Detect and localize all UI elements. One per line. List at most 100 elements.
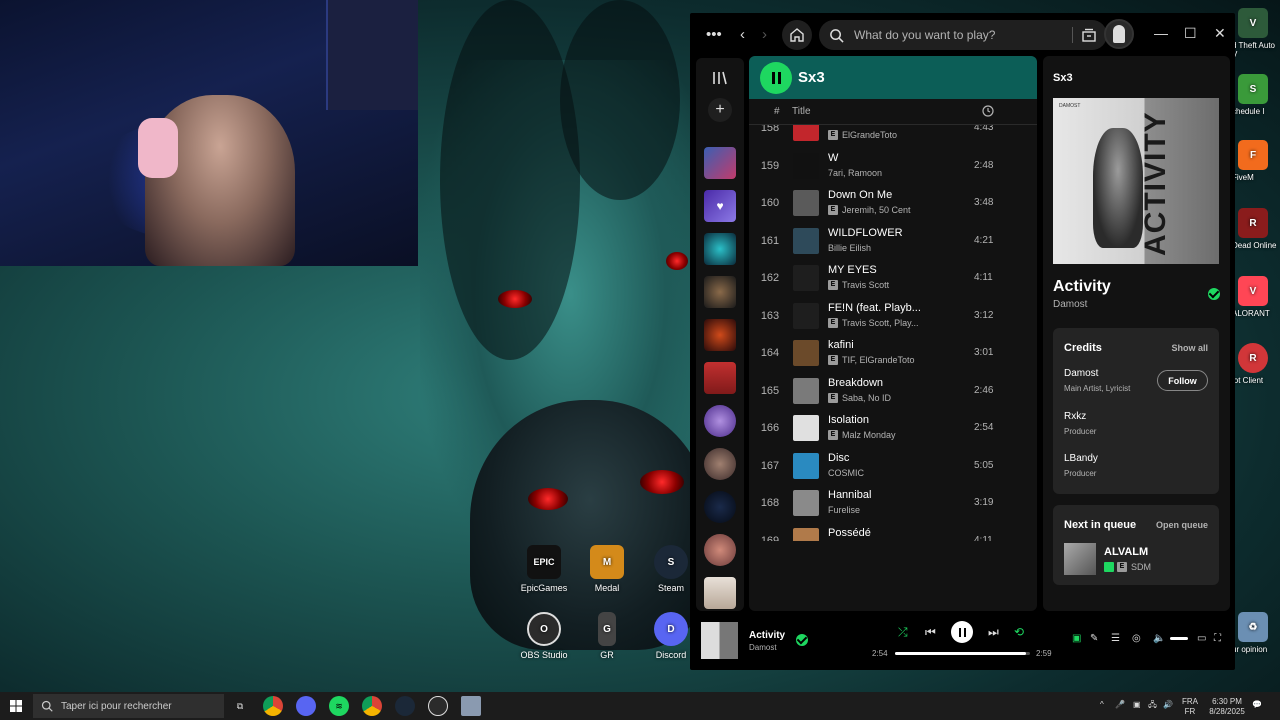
queue-track-title[interactable]: ALVALM xyxy=(1104,546,1148,558)
track-title[interactable]: kafini xyxy=(828,339,854,351)
track-title[interactable]: Hannibal xyxy=(828,489,871,501)
liked-songs-icon[interactable]: ♥ xyxy=(704,190,736,222)
library-item[interactable] xyxy=(704,276,736,308)
track-row[interactable]: 164 kafini E TIF, ElGrandeToto 3:01 xyxy=(749,336,1037,373)
credit-name[interactable]: LBandy xyxy=(1064,453,1098,464)
track-row[interactable]: 162 MY EYES E Travis Scott 4:11 xyxy=(749,261,1037,298)
next-icon[interactable]: ⏭ xyxy=(988,625,999,640)
desktop-icon-riot[interactable]: R iot Client xyxy=(1232,343,1280,385)
shuffle-icon[interactable]: ⤮ xyxy=(898,625,908,640)
desktop-icon-valorant[interactable]: V ALORANT xyxy=(1232,276,1280,318)
fullscreen-icon[interactable]: ⛶ xyxy=(1214,633,1221,644)
forward-icon[interactable]: › xyxy=(762,22,767,46)
track-artist[interactable]: TIF, ElGrandeToto xyxy=(842,355,915,365)
track-artist[interactable]: Saba, No ID xyxy=(842,393,891,403)
clock[interactable]: 6:30 PM 8/28/2025 xyxy=(1203,697,1251,717)
player-title[interactable]: Activity xyxy=(749,630,785,641)
taskbar-search[interactable]: Taper ici pour rechercher xyxy=(33,694,224,718)
track-artist[interactable]: COSMIC xyxy=(828,468,864,478)
col-title[interactable]: Title xyxy=(792,106,811,117)
desktop-icon-gta[interactable]: V d Theft Auto V xyxy=(1232,8,1280,59)
track-title[interactable]: Down On Me xyxy=(828,189,892,201)
desktop-icon-schedule[interactable]: S chedule I xyxy=(1232,74,1280,116)
track-art[interactable] xyxy=(793,340,819,366)
track-artist[interactable]: Billie Eilish xyxy=(828,243,871,253)
spotify-taskbar-icon[interactable]: ≋ xyxy=(329,696,349,716)
track-row[interactable]: 169 Possédé 4:11 xyxy=(749,524,1037,541)
track-row[interactable]: 158 E ElGrandeToto 4:43 xyxy=(749,125,1037,148)
credits-show-all[interactable]: Show all xyxy=(1171,343,1208,353)
track-art[interactable] xyxy=(793,190,819,216)
library-item[interactable] xyxy=(704,448,736,480)
more-icon[interactable]: ••• xyxy=(706,22,722,46)
library-item[interactable] xyxy=(704,577,736,609)
library-icon[interactable] xyxy=(711,70,729,86)
follow-button[interactable]: Follow xyxy=(1157,370,1208,391)
track-row[interactable]: 165 Breakdown E Saba, No ID 2:46 xyxy=(749,374,1037,411)
open-queue-link[interactable]: Open queue xyxy=(1156,520,1208,530)
tray-overflow-icon[interactable]: ^ xyxy=(1100,700,1104,710)
track-artist[interactable]: Malz Monday xyxy=(842,430,896,440)
library-item[interactable] xyxy=(704,362,736,394)
previous-icon[interactable]: ⏮ xyxy=(925,625,936,640)
library-item[interactable] xyxy=(704,233,736,265)
track-artist[interactable]: Furelise xyxy=(828,505,860,515)
language-indicator[interactable]: FRA FR xyxy=(1182,697,1198,717)
queue-track-artist[interactable]: SDM xyxy=(1131,562,1151,572)
now-playing-context[interactable]: Sx3 xyxy=(1053,72,1073,84)
track-art[interactable] xyxy=(793,415,819,441)
desktop-icon-epic[interactable]: EPIC EpicGames xyxy=(512,545,576,593)
desktop-icon-rdr[interactable]: R Dead Online xyxy=(1232,208,1280,250)
create-playlist-button[interactable]: + xyxy=(708,98,732,122)
now-playing-title[interactable]: Activity xyxy=(1053,278,1111,296)
desktop-icon-obs[interactable]: O OBS Studio xyxy=(512,612,576,660)
track-art[interactable] xyxy=(793,527,819,541)
library-item[interactable] xyxy=(704,147,736,179)
track-title[interactable]: Breakdown xyxy=(828,377,883,389)
windows-start-icon[interactable] xyxy=(10,700,22,712)
obs-taskbar-icon[interactable] xyxy=(428,696,448,716)
now-playing-view-icon[interactable]: ▣ xyxy=(1072,633,1081,644)
track-artist[interactable]: ElGrandeToto xyxy=(842,130,897,140)
track-row[interactable]: 166 Isolation E Malz Monday 2:54 xyxy=(749,411,1037,448)
credit-name[interactable]: Damost xyxy=(1064,368,1098,379)
track-row[interactable]: 160 Down On Me E Jeremih, 50 Cent 3:48 xyxy=(749,186,1037,223)
track-row[interactable]: 167 Disc COSMIC 5:05 xyxy=(749,449,1037,486)
volume-slider[interactable] xyxy=(1170,637,1188,640)
library-item[interactable] xyxy=(704,319,736,351)
track-title[interactable]: Isolation xyxy=(828,414,869,426)
library-item[interactable] xyxy=(704,534,736,566)
track-art[interactable] xyxy=(793,227,819,254)
discord-taskbar-icon[interactable] xyxy=(296,696,316,716)
desktop-icon-gr[interactable]: G GR xyxy=(575,612,639,660)
tray-app-icon[interactable]: ▣ xyxy=(1133,700,1141,710)
track-row[interactable]: 159 W 7ari, Ramoon 2:48 xyxy=(749,149,1037,186)
desktop-icon-recycle[interactable]: ♻ ur opinion xyxy=(1232,612,1280,654)
playlist-pause-button[interactable] xyxy=(760,61,792,94)
explorer-taskbar-icon[interactable] xyxy=(461,696,481,716)
search-input[interactable]: What do you want to play? xyxy=(854,28,995,42)
microphone-icon[interactable]: 🎤 xyxy=(1115,700,1125,710)
track-artist[interactable]: Travis Scott xyxy=(842,280,889,290)
browse-icon[interactable] xyxy=(1081,27,1097,43)
desktop-icon-medal[interactable]: M Medal xyxy=(575,545,639,593)
now-playing-artist[interactable]: Damost xyxy=(1053,299,1087,310)
track-art[interactable] xyxy=(793,490,819,516)
queue-track-art[interactable] xyxy=(1064,543,1096,575)
volume-icon[interactable]: 🔈 xyxy=(1153,633,1165,644)
close-icon[interactable]: ✕ xyxy=(1214,25,1226,42)
network-icon[interactable]: 🖧 xyxy=(1148,700,1157,710)
track-title[interactable]: Possédé xyxy=(828,527,871,539)
track-art[interactable] xyxy=(793,152,819,179)
minimize-icon[interactable]: — xyxy=(1154,25,1168,41)
steam-taskbar-icon[interactable] xyxy=(395,696,415,716)
connect-device-icon[interactable]: ◎ xyxy=(1132,633,1141,644)
track-art[interactable] xyxy=(793,302,819,329)
chrome-icon[interactable] xyxy=(263,696,283,716)
library-item[interactable] xyxy=(704,405,736,437)
track-title[interactable]: FE!N (feat. Playb... xyxy=(828,302,921,314)
track-row[interactable]: 168 Hannibal Furelise 3:19 xyxy=(749,486,1037,523)
back-icon[interactable]: ‹ xyxy=(740,22,745,46)
home-button[interactable] xyxy=(782,20,812,50)
desktop-icon-fivem[interactable]: F FiveM xyxy=(1232,140,1280,182)
